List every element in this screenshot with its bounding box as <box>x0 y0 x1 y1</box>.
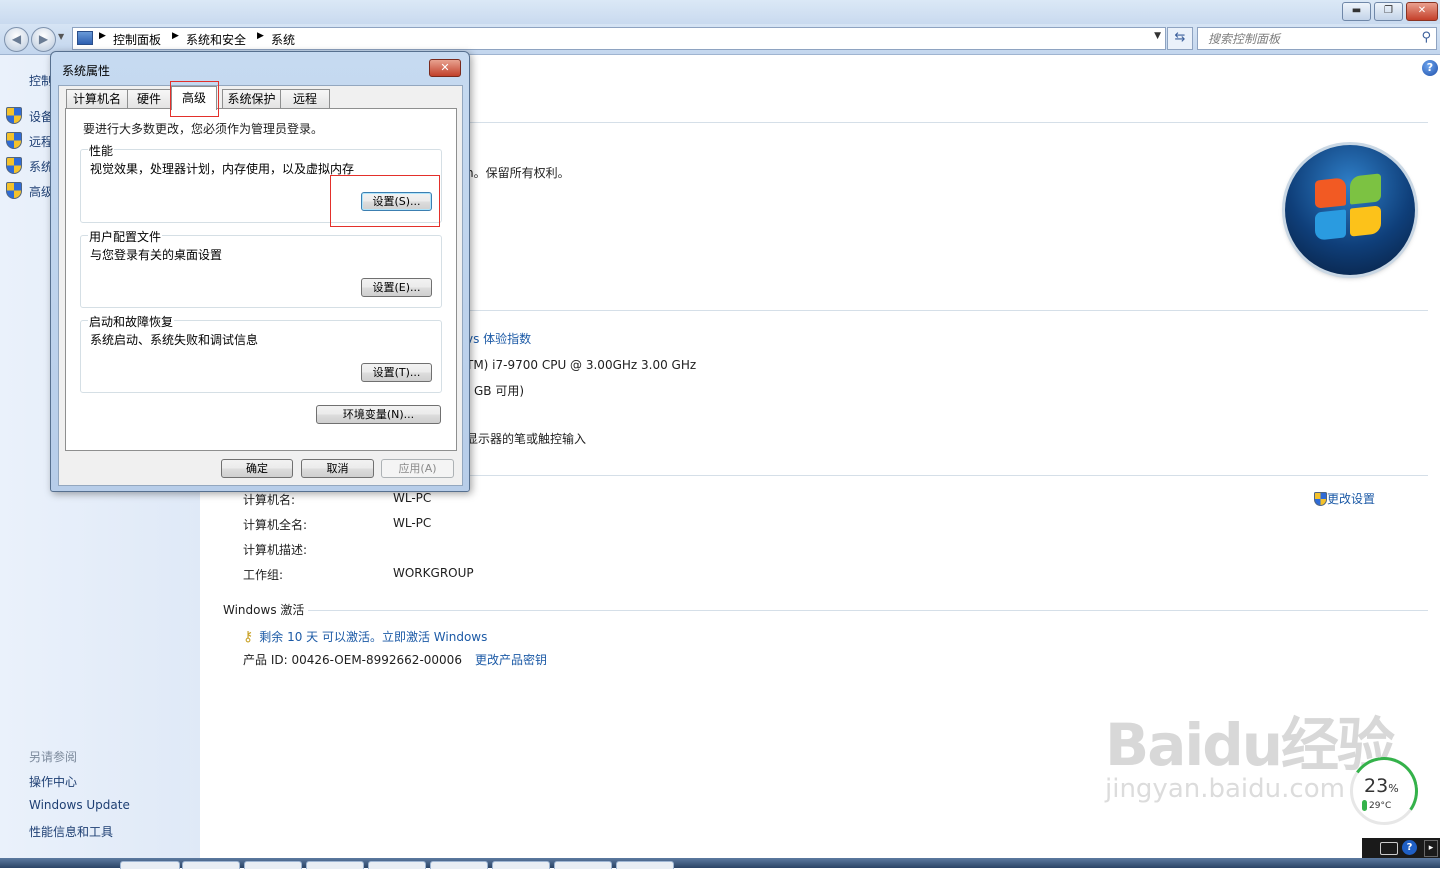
workgroup-value: WORKGROUP <box>393 566 474 580</box>
action-center-link[interactable]: 操作中心 <box>29 773 77 790</box>
forward-button[interactable]: ▶ <box>31 27 56 52</box>
dialog-close-button[interactable]: ✕ <box>429 59 461 77</box>
change-product-key-link[interactable]: 更改产品密钥 <box>475 651 547 668</box>
startup-recovery-group: 启动和故障恢复 系统启动、系统失败和调试信息 设置(T)... <box>80 313 442 393</box>
apply-button[interactable]: 应用(A) <box>381 459 454 478</box>
startup-recovery-title: 启动和故障恢复 <box>88 313 175 330</box>
breadcrumb-system[interactable]: 系统 <box>271 31 295 48</box>
copyright-text: n。保留所有权利。 <box>466 166 570 180</box>
keyboard-icon[interactable] <box>1380 842 1398 855</box>
uac-shield-icon <box>6 157 22 174</box>
uac-shield-icon <box>6 132 22 149</box>
windows-logo <box>1285 145 1415 275</box>
product-id: 产品 ID: 00426-OEM-8992662-00006 <box>243 653 462 667</box>
activation-header: Windows 激活 <box>223 603 305 617</box>
search-box[interactable]: ⚲ <box>1197 27 1437 50</box>
uac-shield-icon <box>1314 492 1327 506</box>
admin-note: 要进行大多数更改，您必须作为管理员登录。 <box>83 122 324 136</box>
divider <box>308 610 1428 611</box>
tab-remote[interactable]: 远程 <box>280 89 330 109</box>
user-profiles-title: 用户配置文件 <box>88 228 163 245</box>
breadcrumb-separator-icon[interactable]: ▶ <box>99 31 106 41</box>
thermometer-icon <box>1362 800 1367 811</box>
user-profiles-group: 用户配置文件 与您登录有关的桌面设置 设置(E)... <box>80 228 442 308</box>
search-icon[interactable]: ⚲ <box>1421 30 1431 45</box>
breadcrumb-separator-icon[interactable]: ▶ <box>172 31 179 41</box>
watermark-logo: Baidu经验 <box>1105 711 1395 779</box>
change-settings-label: 更改设置 <box>1327 492 1376 506</box>
control-panel-icon <box>77 31 93 45</box>
memory-value: GB 可用) <box>474 384 525 398</box>
full-computer-name-label: 计算机全名: <box>243 518 308 532</box>
search-input[interactable] <box>1206 28 1410 49</box>
key-icon: ⚷ <box>243 629 254 645</box>
performance-tools-link[interactable]: 性能信息和工具 <box>29 823 113 840</box>
performance-title: 性能 <box>88 142 115 159</box>
computer-name-label: 计算机名: <box>243 493 296 507</box>
system-monitor-gauge[interactable]: 23% 29°C <box>1350 757 1418 825</box>
user-profiles-settings-button[interactable]: 设置(E)... <box>361 278 432 297</box>
divider <box>468 122 1428 123</box>
environment-variables-button[interactable]: 环境变量(N)... <box>316 405 441 424</box>
startup-recovery-description: 系统启动、系统失败和调试信息 <box>90 333 259 347</box>
uac-shield-icon <box>6 107 22 124</box>
processor-value: TM) i7-9700 CPU @ 3.00GHz 3.00 GHz <box>466 358 697 372</box>
full-computer-name-value: WL-PC <box>393 516 432 530</box>
tab-computer-name[interactable]: 计算机名 <box>66 89 128 109</box>
address-dropdown-icon[interactable]: ▼ <box>1154 31 1161 41</box>
help-icon[interactable]: ? <box>1402 840 1417 855</box>
highlight-box-tab <box>170 81 219 117</box>
computer-description-label: 计算机描述: <box>243 543 308 557</box>
divider <box>468 475 1428 476</box>
see-also-header: 另请参阅 <box>29 750 78 764</box>
highlight-box-settings <box>330 175 440 227</box>
uac-shield-icon <box>6 182 22 199</box>
dialog-body: 计算机名 硬件 高级 系统保护 远程 要进行大多数更改，您必须作为管理员登录。 … <box>58 81 463 486</box>
breadcrumb-system-security[interactable]: 系统和安全 <box>186 31 246 48</box>
cancel-button[interactable]: 取消 <box>301 459 374 478</box>
performance-description: 视觉效果，处理器计划，内存使用，以及虚拟内存 <box>90 162 355 176</box>
startup-recovery-settings-button[interactable]: 设置(T)... <box>361 363 432 382</box>
refresh-icon: ⇆ <box>1174 30 1186 45</box>
help-icon[interactable]: ? <box>1422 60 1438 76</box>
system-properties-dialog: 系统属性 ✕ 计算机名 硬件 高级 系统保护 远程 要进行大多数更改，您必须作为… <box>50 51 470 492</box>
address-bar[interactable]: ▶ 控制面板 ▶ 系统和安全 ▶ 系统 ▼ <box>72 27 1166 50</box>
minimize-button[interactable]: ▬ <box>1342 2 1371 21</box>
workgroup-label: 工作组: <box>243 568 284 582</box>
activation-status-link[interactable]: ⚷ 剩余 10 天 可以激活。立即激活 Windows <box>243 628 487 645</box>
windows-update-link[interactable]: Windows Update <box>29 798 130 812</box>
recent-pages-dropdown-icon[interactable]: ▼ <box>58 32 64 41</box>
tab-hardware[interactable]: 硬件 <box>127 89 171 109</box>
gauge-temperature: 29°C <box>1369 801 1392 811</box>
divider <box>468 310 1428 311</box>
user-profiles-description: 与您登录有关的桌面设置 <box>90 248 223 262</box>
ok-button[interactable]: 确定 <box>221 459 293 478</box>
breadcrumb-separator-icon[interactable]: ▶ <box>257 31 264 41</box>
window-title-bar: ▬ ❐ ✕ <box>0 0 1440 24</box>
change-settings-link[interactable]: 更改设置 <box>1314 490 1375 507</box>
tab-system-protection[interactable]: 系统保护 <box>222 89 281 109</box>
notification-tray: ? ▸ <box>1362 838 1440 858</box>
experience-index-link[interactable]: vs 体验指数 <box>466 330 531 347</box>
computer-name-value: WL-PC <box>393 491 432 505</box>
pen-touch-value: 显示器的笔或触控输入 <box>466 432 587 446</box>
maximize-button[interactable]: ❐ <box>1374 2 1403 21</box>
gauge-percent: 23% <box>1364 775 1399 797</box>
close-window-button[interactable]: ✕ <box>1406 2 1438 21</box>
breadcrumb-control-panel[interactable]: 控制面板 <box>113 31 161 48</box>
back-button[interactable]: ◀ <box>4 27 29 52</box>
activation-status-label: 剩余 10 天 可以激活。立即激活 Windows <box>259 630 488 644</box>
refresh-button[interactable]: ⇆ <box>1167 27 1193 50</box>
dialog-title: 系统属性 <box>62 64 111 78</box>
advanced-tab-panel: 要进行大多数更改，您必须作为管理员登录。 性能 视觉效果，处理器计划，内存使用，… <box>65 108 457 451</box>
expand-arrow-icon[interactable]: ▸ <box>1424 840 1438 857</box>
